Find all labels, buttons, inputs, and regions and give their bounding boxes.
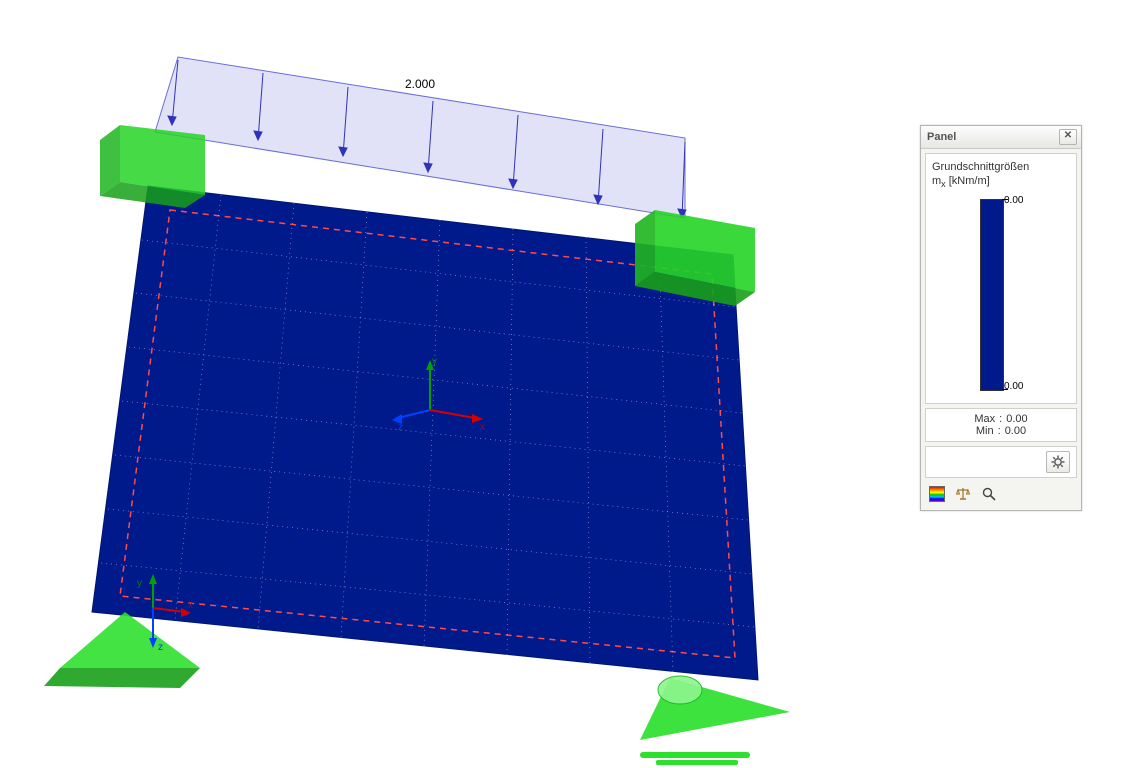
support-bottom-left — [44, 612, 200, 688]
legend-min-tick: 0.00 — [1004, 381, 1023, 392]
legend-color-bar — [980, 199, 1004, 391]
balance-icon — [955, 486, 971, 502]
filter-balance-button[interactable] — [953, 484, 973, 504]
panel-close-button[interactable]: ✕ — [1059, 129, 1077, 145]
svg-text:x: x — [188, 600, 193, 611]
svg-text:y: y — [137, 578, 142, 589]
gear-icon — [1051, 455, 1065, 469]
support-top-left — [100, 125, 205, 208]
color-scale-icon — [929, 486, 945, 502]
zoom-button[interactable] — [979, 484, 999, 504]
svg-text:z: z — [158, 642, 163, 653]
magnifier-icon — [981, 486, 997, 502]
panel-title: Panel — [927, 131, 956, 143]
results-panel[interactable]: Panel ✕ Grundschnittgrößen mx [kNm/m] 0.… — [920, 125, 1082, 511]
max-value: 0.00 — [1006, 413, 1027, 425]
panel-body: Grundschnittgrößen mx [kNm/m] 0.00 0.00 — [925, 153, 1077, 404]
close-icon: ✕ — [1064, 130, 1072, 141]
support-bottom-right — [640, 676, 790, 765]
panel-toolbar — [925, 446, 1077, 478]
result-type-heading: Grundschnittgrößen mx [kNm/m] — [932, 160, 1070, 191]
legend-max-tick: 0.00 — [1004, 195, 1023, 206]
min-value: 0.00 — [1005, 425, 1026, 437]
svg-text:x: x — [480, 422, 485, 433]
load-diagram: 2.000 — [155, 57, 686, 218]
model-viewport[interactable]: 2.000 — [0, 0, 850, 768]
max-label: Max — [974, 413, 995, 425]
panel-settings-button[interactable] — [1046, 451, 1070, 473]
panel-footer-toolbar — [925, 482, 1077, 506]
color-legend: 0.00 0.00 — [932, 199, 1070, 399]
panel-stats: Max : 0.00 Min : 0.00 — [925, 408, 1077, 442]
color-scale-button[interactable] — [927, 484, 947, 504]
load-value-label: 2.000 — [405, 77, 435, 91]
panel-titlebar[interactable]: Panel ✕ — [921, 126, 1081, 149]
min-label: Min — [976, 425, 994, 437]
svg-text:z: z — [398, 422, 403, 433]
svg-text:y: y — [432, 356, 437, 367]
